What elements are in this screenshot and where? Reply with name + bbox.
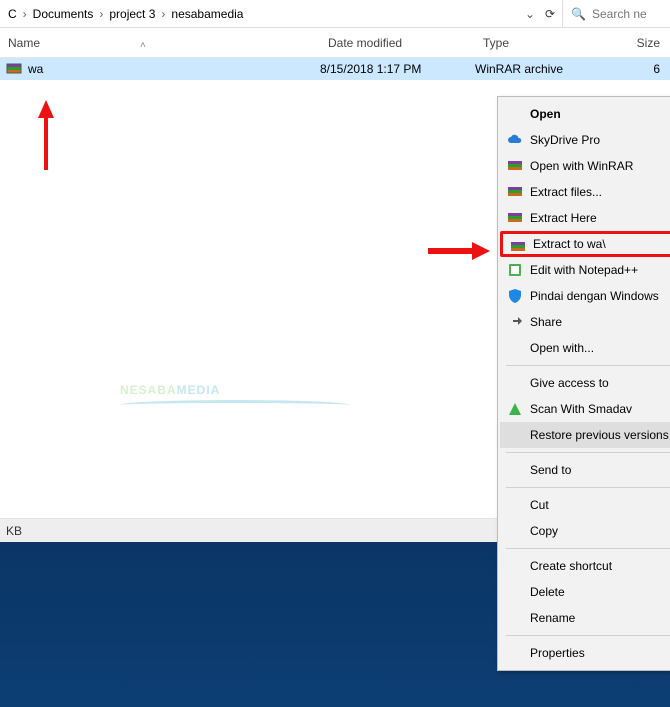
menu-label: Delete bbox=[530, 585, 565, 599]
menu-label: Extract to wa\ bbox=[533, 237, 606, 251]
winrar-icon bbox=[506, 157, 524, 175]
search-input[interactable] bbox=[592, 7, 662, 21]
chevron-right-icon: › bbox=[21, 7, 29, 21]
breadcrumb-item[interactable]: Documents bbox=[29, 7, 98, 21]
menu-label: Give access to bbox=[530, 376, 609, 390]
menu-label: Restore previous versions bbox=[530, 428, 669, 442]
menu-share[interactable]: Share bbox=[500, 309, 670, 335]
menu-scan-smadav[interactable]: Scan With Smadav bbox=[500, 396, 670, 422]
menu-delete[interactable]: Delete bbox=[500, 579, 670, 605]
breadcrumb[interactable]: C › Documents › project 3 › nesabamedia bbox=[0, 7, 247, 21]
watermark: NESABAMEDIA bbox=[120, 368, 350, 410]
menu-separator bbox=[506, 365, 670, 366]
menu-give-access-to[interactable]: Give access to▸ bbox=[500, 370, 670, 396]
context-menu: Open SkyDrive Pro▸ Open with WinRAR Extr… bbox=[497, 96, 670, 671]
menu-properties[interactable]: Properties bbox=[500, 640, 670, 666]
watermark-text-b: MEDIA bbox=[177, 383, 221, 397]
search-box[interactable]: 🔍 bbox=[562, 0, 670, 27]
breadcrumb-item[interactable]: project 3 bbox=[105, 7, 159, 21]
breadcrumb-item[interactable]: C bbox=[4, 7, 21, 21]
menu-create-shortcut[interactable]: Create shortcut bbox=[500, 553, 670, 579]
annotation-arrow-icon bbox=[428, 242, 490, 260]
search-icon: 🔍 bbox=[571, 7, 586, 21]
chevron-right-icon: › bbox=[97, 7, 105, 21]
menu-label: Send to bbox=[530, 463, 571, 477]
cloud-icon bbox=[506, 131, 524, 149]
menu-separator bbox=[506, 548, 670, 549]
menu-skydrive-pro[interactable]: SkyDrive Pro▸ bbox=[500, 127, 670, 153]
menu-label: Copy bbox=[530, 524, 558, 538]
menu-extract-to-folder[interactable]: Extract to wa\ bbox=[500, 231, 670, 257]
menu-cut[interactable]: Cut bbox=[500, 492, 670, 518]
menu-edit-notepad[interactable]: Edit with Notepad++ bbox=[500, 257, 670, 283]
menu-label: Share bbox=[530, 315, 562, 329]
menu-label: Open with WinRAR bbox=[530, 159, 633, 173]
smadav-icon bbox=[506, 400, 524, 418]
watermark-wave-icon bbox=[120, 400, 350, 410]
menu-label: Extract files... bbox=[530, 185, 602, 199]
breadcrumb-item[interactable]: nesabamedia bbox=[167, 7, 247, 21]
file-date: 8/15/2018 1:17 PM bbox=[320, 62, 475, 76]
file-size: 6 bbox=[620, 62, 670, 76]
column-name[interactable]: Name ˄ bbox=[0, 36, 320, 50]
menu-separator bbox=[506, 452, 670, 453]
file-type: WinRAR archive bbox=[475, 62, 620, 76]
menu-open-with-winrar[interactable]: Open with WinRAR bbox=[500, 153, 670, 179]
winrar-archive-icon bbox=[6, 61, 22, 77]
menu-rename[interactable]: Rename bbox=[500, 605, 670, 631]
winrar-icon bbox=[506, 209, 524, 227]
column-headers: Name ˄ Date modified Type Size bbox=[0, 28, 670, 58]
menu-label: Rename bbox=[530, 611, 575, 625]
menu-extract-files[interactable]: Extract files... bbox=[500, 179, 670, 205]
menu-label: Open bbox=[530, 107, 561, 121]
menu-extract-here[interactable]: Extract Here bbox=[500, 205, 670, 231]
watermark-text-a: NESABA bbox=[120, 383, 177, 397]
file-name: wa bbox=[28, 62, 43, 76]
chevron-right-icon: › bbox=[159, 7, 167, 21]
menu-send-to[interactable]: Send to▸ bbox=[500, 457, 670, 483]
menu-copy[interactable]: Copy bbox=[500, 518, 670, 544]
notepad-icon bbox=[506, 261, 524, 279]
menu-label: Extract Here bbox=[530, 211, 597, 225]
menu-label: Scan With Smadav bbox=[530, 402, 632, 416]
address-bar: C › Documents › project 3 › nesabamedia … bbox=[0, 0, 670, 28]
menu-label: Create shortcut bbox=[530, 559, 612, 573]
menu-open[interactable]: Open bbox=[500, 101, 670, 127]
menu-label: Cut bbox=[530, 498, 549, 512]
share-icon bbox=[506, 313, 524, 331]
file-row[interactable]: wa 8/15/2018 1:17 PM WinRAR archive 6 bbox=[0, 58, 670, 80]
column-type[interactable]: Type bbox=[475, 36, 620, 50]
menu-separator bbox=[506, 487, 670, 488]
winrar-icon bbox=[506, 183, 524, 201]
annotation-arrow-icon bbox=[36, 100, 56, 170]
menu-label: Edit with Notepad++ bbox=[530, 263, 638, 277]
menu-open-with[interactable]: Open with... bbox=[500, 335, 670, 361]
menu-separator bbox=[506, 635, 670, 636]
refresh-icon[interactable]: ⟳ bbox=[538, 7, 562, 21]
menu-label: Open with... bbox=[530, 341, 594, 355]
menu-label: SkyDrive Pro bbox=[530, 133, 600, 147]
menu-label: Properties bbox=[530, 646, 585, 660]
menu-restore-previous-versions[interactable]: Restore previous versions bbox=[500, 422, 670, 448]
status-text: KB bbox=[6, 524, 22, 538]
winrar-icon bbox=[509, 238, 527, 256]
column-name-label: Name bbox=[8, 36, 40, 50]
menu-label: Pindai dengan Windows bbox=[530, 289, 659, 303]
shield-icon bbox=[506, 287, 524, 305]
column-size[interactable]: Size bbox=[620, 36, 670, 50]
menu-defender-scan[interactable]: Pindai dengan Windows bbox=[500, 283, 670, 309]
sort-asc-icon: ˄ bbox=[140, 40, 146, 51]
column-date[interactable]: Date modified bbox=[320, 36, 475, 50]
address-dropdown-icon[interactable]: ⌄ bbox=[522, 7, 538, 21]
